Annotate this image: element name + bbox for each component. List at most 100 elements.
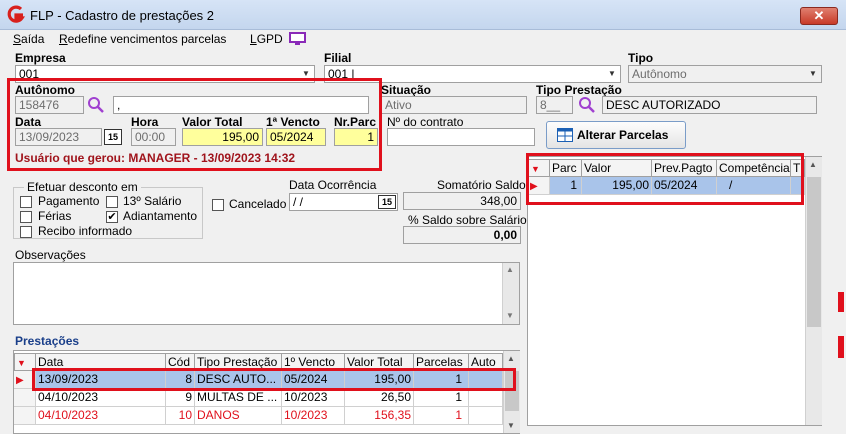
prestacao-cell-auto[interactable] (469, 371, 503, 389)
hora-field[interactable]: 00:00 (131, 128, 176, 146)
observacoes-textarea[interactable] (13, 262, 520, 325)
pct-saldo-field: 0,00 (403, 226, 521, 244)
pagamento-label: Pagamento (38, 194, 100, 208)
prestacoes-header-data[interactable]: Data (36, 353, 166, 371)
monitor-icon[interactable] (289, 32, 306, 46)
prestacoes-header-cod[interactable]: Cód (166, 353, 195, 371)
parcelas-grid (527, 156, 822, 426)
calendar-icon[interactable]: 15 (378, 195, 396, 209)
data-field[interactable]: 13/09/2023 (15, 128, 102, 146)
prestacao-cell-valor[interactable]: 195,00 (345, 371, 414, 389)
prestacoes-header-valor-total[interactable]: Valor Total (345, 353, 414, 371)
decimo-terceiro-checkbox[interactable] (106, 196, 118, 208)
empresa-select[interactable]: 001 (15, 65, 315, 83)
situacao-field: Ativo (381, 96, 527, 114)
prestacao-cell-valor[interactable]: 26,50 (345, 389, 414, 407)
hora-label: Hora (131, 115, 159, 129)
prestacao-cell-tipo[interactable]: MULTAS DE ... (195, 389, 282, 407)
prestacoes-header-parcelas[interactable]: Parcelas (414, 353, 469, 371)
prestacao-cell-valor[interactable]: 156,35 (345, 407, 414, 425)
row-pointer[interactable]: ▶ (14, 371, 36, 389)
prestacao-cell-tipo[interactable]: DANOS (195, 407, 282, 425)
prestacao-cell-vencto[interactable]: 10/2023 (282, 407, 345, 425)
calendar-icon[interactable]: 15 (104, 129, 122, 145)
prestacao-cell-vencto[interactable]: 05/2024 (282, 371, 345, 389)
parcela-cell-competencia[interactable]: / (717, 177, 791, 195)
row-pointer[interactable]: ▶ (528, 177, 550, 195)
adiantamento-checkbox[interactable]: ✔ (106, 211, 118, 223)
valor-total-field[interactable]: 195,00 (182, 128, 263, 146)
menu-lgpd[interactable]: LGPD (250, 32, 283, 46)
scroll-up-icon[interactable]: ▲ (809, 160, 817, 169)
search-icon[interactable] (578, 96, 596, 114)
prestacao-cell-auto[interactable] (469, 407, 503, 425)
recibo-informado-checkbox[interactable] (20, 226, 32, 238)
prestacao-cell-data[interactable]: 04/10/2023 (36, 407, 166, 425)
title-bar: FLP - Cadastro de prestações 2 ✕ (0, 0, 846, 30)
prestacoes-scrollbar[interactable]: ▲ ▼ (503, 351, 520, 433)
prestacao-cell-parcelas[interactable]: 1 (414, 407, 469, 425)
row-pointer-icon: ▶ (16, 375, 24, 386)
filial-select[interactable]: 001 | (324, 65, 621, 83)
scroll-thumb[interactable] (505, 371, 519, 411)
parcelas-header-t[interactable]: T (791, 159, 805, 177)
row-pointer[interactable] (14, 407, 36, 425)
autonomo-code-field[interactable]: 158476 (15, 96, 84, 114)
parcelas-sort-header[interactable]: ▼ (528, 159, 550, 177)
chevron-down-icon[interactable]: ▼ (605, 67, 619, 81)
parcelas-scrollbar[interactable]: ▲ (805, 157, 822, 425)
prestacao-cell-cod[interactable]: 10 (166, 407, 195, 425)
parcelas-header-valor[interactable]: Valor (582, 159, 652, 177)
recibo-informado-label: Recibo informado (38, 224, 133, 238)
prestacoes-sort-header[interactable]: ▼ (14, 353, 36, 371)
close-button[interactable]: ✕ (800, 7, 838, 25)
prestacoes-header-tipo[interactable]: Tipo Prestação (195, 353, 282, 371)
tipo-prestacao-code-field[interactable]: 8__ (536, 96, 573, 114)
nr-parc-field[interactable]: 1 (334, 128, 378, 146)
data-ocorrencia-label: Data Ocorrência (289, 178, 377, 192)
prestacao-cell-cod[interactable]: 8 (166, 371, 195, 389)
alterar-parcelas-button[interactable]: Alterar Parcelas (546, 121, 686, 149)
scroll-thumb[interactable] (807, 177, 821, 327)
parcelas-header-prev-pagto[interactable]: Prev.Pagto (652, 159, 717, 177)
sort-arrow-icon: ▼ (17, 358, 26, 368)
menu-redefine-vencimentos[interactable]: Redefine vencimentos parcelas (59, 32, 226, 46)
autonomo-label: Autônomo (15, 83, 75, 97)
prestacoes-header-auto[interactable]: Auto (469, 353, 503, 371)
prestacao-cell-vencto[interactable]: 10/2023 (282, 389, 345, 407)
tipo-prestacao-field: DESC AUTORIZADO (602, 96, 817, 114)
menu-saida[interactable]: Saída (13, 32, 44, 46)
primeiro-vencto-field[interactable]: 05/2024 (266, 128, 326, 146)
prestacao-cell-parcelas[interactable]: 1 (414, 389, 469, 407)
observacoes-label: Observações (15, 248, 86, 262)
nr-contrato-field[interactable] (387, 128, 535, 146)
scroll-down-icon[interactable]: ▼ (507, 421, 515, 430)
chevron-down-icon[interactable]: ▼ (299, 67, 313, 81)
cancelado-checkbox[interactable] (212, 199, 224, 211)
parcela-cell-t[interactable] (791, 177, 805, 195)
prestacao-cell-tipo[interactable]: DESC AUTO... (195, 371, 282, 389)
parcela-cell-prev-pagto[interactable]: 05/2024 (652, 177, 717, 195)
scroll-up-icon[interactable]: ▲ (506, 265, 514, 274)
prestacoes-header-vencto[interactable]: 1º Vencto (282, 353, 345, 371)
parcelas-header-competencia[interactable]: Competência (717, 159, 791, 177)
search-icon[interactable] (87, 96, 105, 114)
scroll-up-icon[interactable]: ▲ (507, 354, 515, 363)
observacoes-scrollbar[interactable]: ▲ ▼ (502, 263, 519, 324)
scroll-down-icon[interactable]: ▼ (506, 311, 514, 320)
pagamento-checkbox[interactable] (20, 196, 32, 208)
cancelado-label: Cancelado (229, 197, 287, 211)
tipo-select[interactable]: Autônomo (628, 65, 822, 83)
parcelas-header-parc[interactable]: Parc (550, 159, 582, 177)
prestacao-cell-cod[interactable]: 9 (166, 389, 195, 407)
prestacao-cell-data[interactable]: 04/10/2023 (36, 389, 166, 407)
parcela-cell-parc[interactable]: 1 (550, 177, 582, 195)
prestacao-cell-data[interactable]: 13/09/2023 (36, 371, 166, 389)
prestacao-cell-auto[interactable] (469, 389, 503, 407)
prestacao-cell-parcelas[interactable]: 1 (414, 371, 469, 389)
ferias-checkbox[interactable] (20, 211, 32, 223)
chevron-down-icon[interactable]: ▼ (806, 67, 820, 81)
row-pointer[interactable] (14, 389, 36, 407)
parcela-cell-valor[interactable]: 195,00 (582, 177, 652, 195)
autonomo-name-field[interactable]: , (113, 96, 369, 114)
